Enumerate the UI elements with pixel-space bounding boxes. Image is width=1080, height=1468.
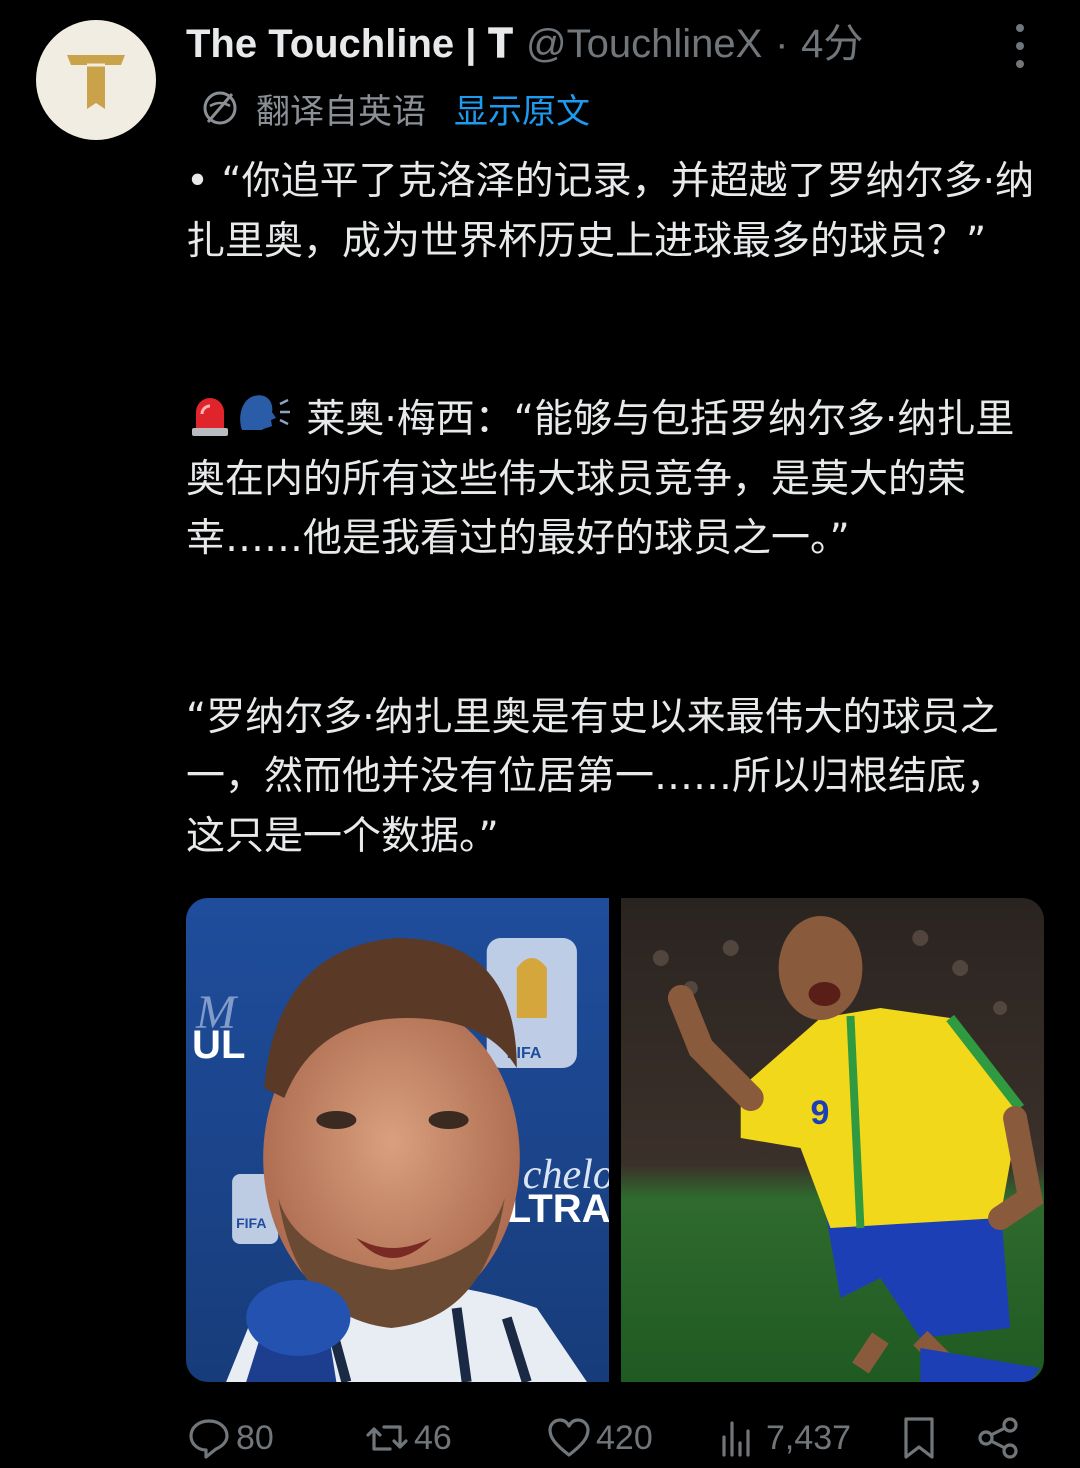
handle[interactable]: @TouchlineX: [526, 22, 762, 66]
tweet-paragraph-3: “罗纳尔多·纳扎里奥是有史以来最伟大的球员之一，然而他并没有位居第一……所以归根…: [186, 694, 1006, 859]
bookmark-icon: [904, 1417, 934, 1459]
media-text-fifa-side: FIFA: [236, 1215, 266, 1231]
media-grid[interactable]: M UL chelot LTRA FIFA FIFA: [186, 898, 1044, 1382]
media-text-number: 9: [811, 1094, 830, 1132]
tweet-paragraph-1: • “你追平了克洛泽的记录，并超越了罗纳尔多·纳扎里奥，成为世界杯历史上进球最多…: [186, 159, 1035, 264]
media-image-messi[interactable]: M UL chelot LTRA FIFA FIFA: [186, 898, 609, 1382]
media-text-ltra: LTRA: [507, 1187, 609, 1231]
avatar-logo: [67, 55, 125, 109]
like-icon: [548, 1418, 590, 1457]
share-icon: [978, 1417, 1018, 1459]
translation-row: 翻译自英语 显示原文: [200, 84, 590, 132]
timestamp[interactable]: 4分: [801, 22, 863, 66]
views-button[interactable]: 7,437: [716, 1415, 851, 1461]
translated-from-label: 翻译自英语: [256, 91, 426, 132]
more-icon[interactable]: [1008, 24, 1032, 68]
speaking-head-emoji: [240, 395, 290, 430]
tweet-text: • “你追平了克洛泽的记录，并超越了罗纳尔多·纳扎里奥，成为世界杯历史上进球最多…: [186, 152, 1036, 866]
bookmark-button[interactable]: [896, 1415, 946, 1461]
tweet-actions: 80 46 420 7,437: [186, 1410, 1046, 1466]
media-text-ul: UL: [192, 1023, 245, 1067]
media-image-ronaldo[interactable]: 9: [621, 898, 1044, 1382]
tweet-paragraph-2: 莱奥·梅西：“能够与包括罗纳尔多·纳扎里奥在内的所有这些伟大球员竞争，是莫大的荣…: [186, 390, 1036, 569]
retweet-count: 46: [414, 1418, 452, 1457]
avatar[interactable]: [36, 20, 156, 140]
tweet-header: The Touchline | 𝐓 @TouchlineX · 4分: [186, 14, 1080, 74]
show-original-link[interactable]: 显示原文: [454, 84, 590, 133]
tweet-paragraph-2-text: 莱奥·梅西：“能够与包括罗纳尔多·纳扎里奥在内的所有这些伟大球员竞争，是莫大的荣…: [186, 397, 1015, 561]
like-button[interactable]: 420: [546, 1415, 653, 1461]
like-count: 420: [596, 1418, 653, 1457]
reply-icon: [189, 1419, 229, 1459]
retweet-icon: [366, 1425, 408, 1451]
siren-emoji: [192, 398, 228, 436]
reply-count: 80: [236, 1418, 274, 1457]
share-button[interactable]: [976, 1415, 1026, 1461]
view-count: 7,437: [766, 1418, 852, 1457]
translate-icon: [203, 91, 237, 125]
reply-button[interactable]: 80: [186, 1415, 274, 1461]
display-name[interactable]: The Touchline | 𝐓: [186, 22, 513, 66]
views-icon: [722, 1421, 750, 1457]
author-line: The Touchline | 𝐓 @TouchlineX · 4分: [186, 18, 863, 70]
retweet-button[interactable]: 46: [364, 1415, 452, 1461]
separator-dot: ·: [775, 22, 789, 66]
